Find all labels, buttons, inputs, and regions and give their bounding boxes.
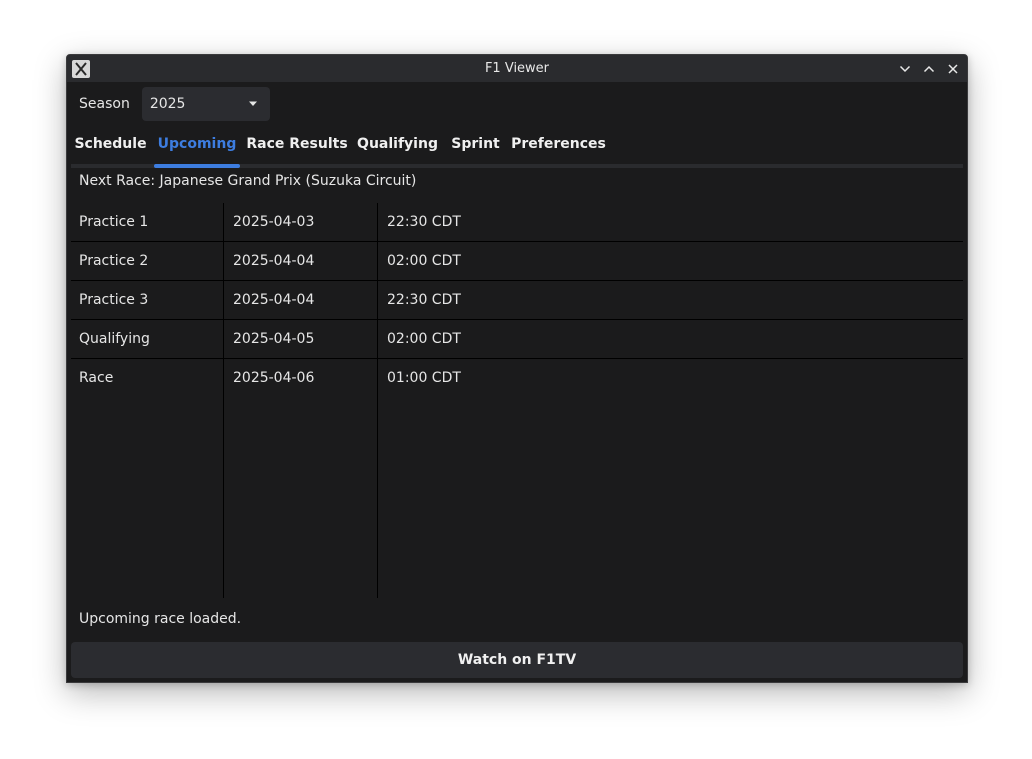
app-window: F1 Viewer Season 2025 Schedule Upcoming … xyxy=(66,54,968,683)
session-name: Practice 1 xyxy=(79,214,149,230)
tab-bar: Schedule Upcoming Race Results Qualifyin… xyxy=(71,124,963,168)
title-bar[interactable]: F1 Viewer xyxy=(67,55,967,82)
chevron-up-icon xyxy=(923,65,935,73)
maximize-button[interactable] xyxy=(919,59,939,79)
sessions-table: Practice 1 2025-04-03 22:30 CDT Practice… xyxy=(71,203,963,598)
session-time: 02:00 CDT xyxy=(387,331,461,347)
table-row[interactable]: Practice 2 2025-04-04 02:00 CDT xyxy=(71,242,963,281)
tab-upcoming[interactable]: Upcoming xyxy=(154,124,240,168)
session-time: 01:00 CDT xyxy=(387,370,461,386)
session-name: Qualifying xyxy=(79,331,150,347)
close-button[interactable] xyxy=(943,59,963,79)
chevron-down-icon xyxy=(899,65,911,73)
table-row[interactable]: Practice 3 2025-04-04 22:30 CDT xyxy=(71,281,963,320)
session-time: 22:30 CDT xyxy=(387,292,461,308)
session-name: Practice 2 xyxy=(79,253,149,269)
table-row[interactable]: Practice 1 2025-04-03 22:30 CDT xyxy=(71,203,963,242)
status-text: Upcoming race loaded. xyxy=(79,611,242,627)
session-date: 2025-04-05 xyxy=(233,331,315,347)
tab-schedule[interactable]: Schedule xyxy=(74,124,146,164)
tab-sprint[interactable]: Sprint xyxy=(451,124,499,164)
season-selected-value: 2025 xyxy=(149,96,186,112)
caret-down-icon xyxy=(248,101,257,106)
table-row[interactable]: Qualifying 2025-04-05 02:00 CDT xyxy=(71,320,963,359)
session-date: 2025-04-04 xyxy=(233,292,315,308)
session-name: Practice 3 xyxy=(79,292,149,308)
window-title: F1 Viewer xyxy=(484,61,550,76)
season-row: Season 2025 xyxy=(79,87,270,121)
session-name: Race xyxy=(79,370,114,386)
session-time: 02:00 CDT xyxy=(387,253,461,269)
close-icon xyxy=(948,64,958,74)
table-row[interactable]: Race 2025-04-06 01:00 CDT xyxy=(71,359,963,398)
next-race-label: Next Race: Japanese Grand Prix (Suzuka C… xyxy=(79,173,417,189)
tab-qualifying[interactable]: Qualifying xyxy=(357,124,438,164)
session-date: 2025-04-04 xyxy=(233,253,315,269)
watch-on-f1tv-button[interactable]: Watch on F1TV xyxy=(71,642,963,678)
season-dropdown[interactable]: 2025 xyxy=(141,87,270,121)
session-time: 22:30 CDT xyxy=(387,214,461,230)
season-label: Season xyxy=(79,96,130,112)
tab-race-results[interactable]: Race Results xyxy=(246,124,347,164)
minimize-button[interactable] xyxy=(895,59,915,79)
tab-preferences[interactable]: Preferences xyxy=(511,124,606,164)
session-date: 2025-04-03 xyxy=(233,214,315,230)
session-date: 2025-04-06 xyxy=(233,370,315,386)
